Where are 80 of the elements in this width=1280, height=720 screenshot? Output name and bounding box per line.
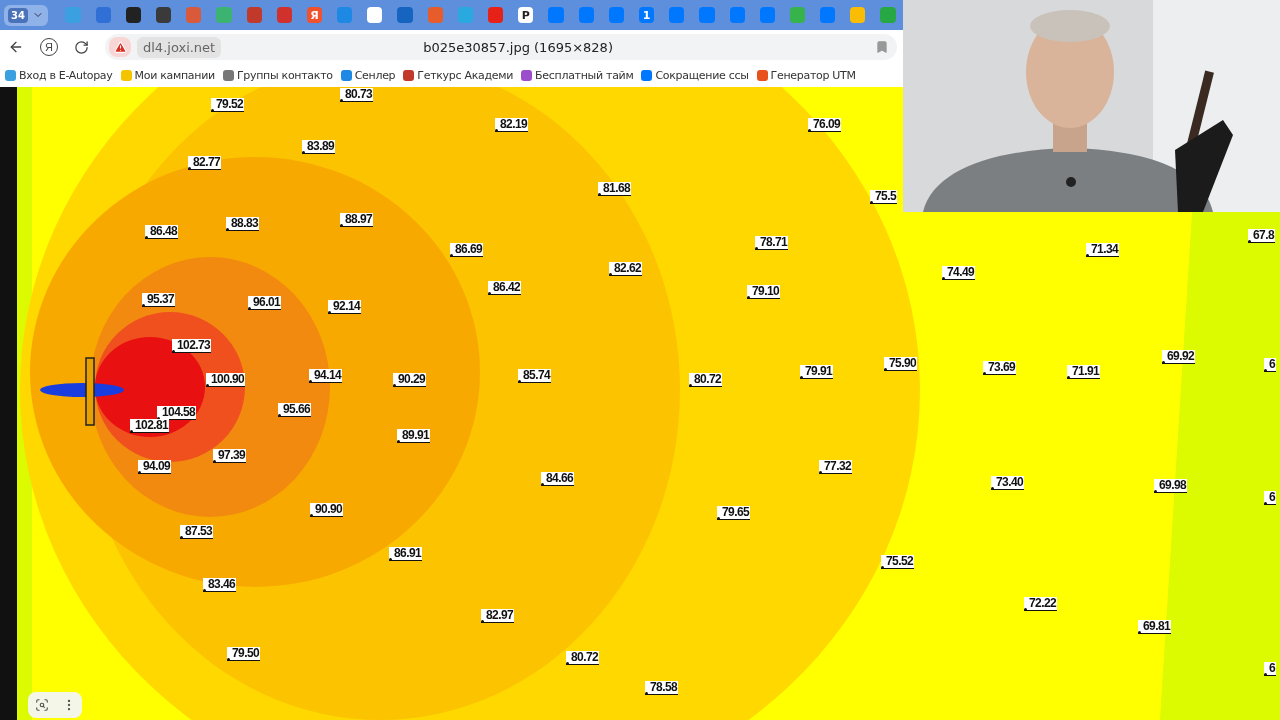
noise-level-label: 85.74	[518, 369, 552, 383]
tab-favicon[interactable]: P	[518, 7, 534, 23]
tab-list-button[interactable]: 34	[4, 4, 48, 26]
noise-level-label: 92.14	[328, 300, 362, 314]
noise-level-label: 94.14	[309, 369, 343, 383]
noise-level-label: 69.92	[1162, 350, 1196, 364]
noise-level-label: 86.69	[450, 243, 484, 257]
noise-level-label: 78.71	[755, 236, 789, 250]
noise-level-label: 6	[1264, 662, 1277, 676]
noise-level-label: 82.77	[188, 156, 222, 170]
tab-favicon[interactable]	[367, 7, 383, 23]
noise-level-label: 80.72	[566, 651, 600, 665]
noise-level-label: 79.65	[717, 506, 751, 520]
noise-level-label: 82.97	[481, 609, 515, 623]
noise-level-label: 86.42	[488, 281, 522, 295]
noise-level-label: 75.5	[870, 190, 897, 204]
domain-text: dl4.joxi.net	[137, 36, 222, 58]
noise-level-label: 90.29	[393, 373, 427, 387]
noise-level-label: 78.58	[645, 681, 679, 695]
tab-favicon[interactable]: Я	[306, 7, 323, 23]
noise-level-label: 73.40	[991, 476, 1025, 490]
noise-level-label: 71.34	[1086, 243, 1120, 257]
bookmark-link[interactable]: Сокращение ссы	[641, 69, 749, 82]
noise-level-label: 75.90	[884, 357, 918, 371]
bookmark-link[interactable]: Генератор UTM	[756, 69, 856, 82]
tab-favicon[interactable]	[156, 7, 172, 23]
noise-level-label: 83.46	[203, 578, 237, 592]
noise-level-label: 69.98	[1154, 479, 1188, 493]
noise-level-label: 6	[1264, 491, 1277, 505]
bookmark-link[interactable]: Бесплатный тайм	[521, 69, 634, 82]
bookmark-link[interactable]: Вход в E-Autopay	[5, 69, 113, 82]
noise-level-label: 82.19	[495, 118, 529, 132]
noise-level-label: 79.91	[800, 365, 834, 379]
noise-level-label: 80.73	[340, 88, 374, 102]
noise-level-label: 73.69	[983, 361, 1017, 375]
noise-level-label: 97.39	[213, 449, 247, 463]
bookmark-link[interactable]: Группы контакто	[222, 69, 333, 82]
warning-icon	[109, 37, 131, 57]
noise-level-label: 89.91	[397, 429, 431, 443]
noise-level-label: 86.91	[389, 547, 423, 561]
bookmark-link[interactable]: Сенлер	[340, 69, 396, 82]
noise-level-label: 104.58	[157, 406, 197, 420]
noise-level-label: 84.66	[541, 472, 575, 486]
noise-level-label: 6	[1264, 358, 1277, 372]
noise-level-label: 82.62	[609, 262, 643, 276]
noise-level-label: 69.81	[1138, 620, 1172, 634]
address-bar[interactable]: dl4.joxi.net b025e30857.jpg (1695×828)	[105, 34, 897, 60]
noise-level-label: 94.09	[138, 460, 172, 474]
bookmark-link[interactable]: Мои кампании	[120, 69, 215, 82]
noise-level-label: 74.49	[942, 266, 976, 280]
noise-level-label: 80.72	[689, 373, 723, 387]
noise-level-label: 76.09	[808, 118, 842, 132]
noise-level-label: 88.97	[340, 213, 374, 227]
noise-level-label: 95.37	[142, 293, 176, 307]
noise-level-label: 102.81	[130, 419, 170, 433]
noise-level-label: 77.32	[819, 460, 853, 474]
noise-level-label: 95.66	[278, 403, 312, 417]
page-title: b025e30857.jpg (1695×828)	[422, 39, 614, 55]
tab-favicon[interactable]: 1	[639, 7, 655, 23]
lens-icon	[34, 698, 49, 712]
noise-level-label: 71.91	[1067, 365, 1101, 379]
noise-level-label: 90.90	[310, 503, 344, 517]
noise-level-label: 67.8	[1248, 229, 1275, 243]
noise-level-label: 72.22	[1024, 597, 1058, 611]
noise-level-label: 102.73	[172, 339, 212, 353]
tab-favicon[interactable]	[125, 7, 141, 23]
noise-level-label: 100.90	[206, 373, 246, 387]
noise-level-label: 79.50	[227, 647, 261, 661]
noise-level-label: 87.53	[180, 525, 214, 539]
bookmark-link[interactable]: Геткурс Академи	[403, 69, 514, 82]
bookmark-icon[interactable]	[875, 40, 889, 54]
noise-level-label: 81.68	[598, 182, 632, 196]
noise-level-label: 75.52	[881, 555, 915, 569]
tab-count: 34	[8, 7, 28, 23]
noise-level-label: 79.10	[747, 285, 781, 299]
noise-level-label: 96.01	[248, 296, 282, 310]
noise-level-label: 79.52	[211, 98, 245, 112]
noise-level-label: 88.83	[226, 217, 260, 231]
noise-level-label: 83.89	[302, 140, 336, 154]
noise-level-label: 86.48	[145, 225, 179, 239]
